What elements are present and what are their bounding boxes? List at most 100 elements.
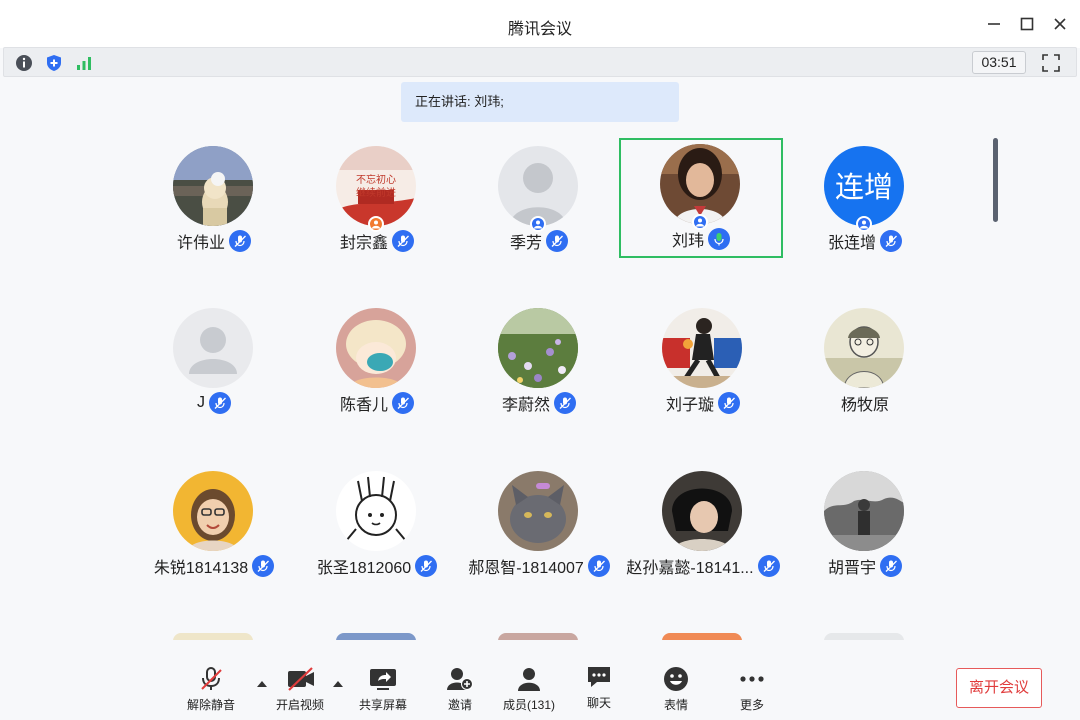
- avatar: [336, 308, 416, 388]
- close-icon: [1054, 18, 1066, 30]
- participant-tile-active[interactable]: 刘玮: [619, 138, 783, 258]
- mic-muted-icon: [546, 230, 568, 252]
- participant-namebar: 许伟业: [132, 228, 296, 254]
- unmute-label: 解除静音: [186, 698, 235, 712]
- minimize-button[interactable]: [982, 12, 1006, 36]
- participant-namebar: 赵孙嘉懿-18141...: [621, 553, 785, 579]
- svg-text:继续前进: 继续前进: [356, 186, 396, 199]
- participant-scrollbar[interactable]: [993, 138, 998, 222]
- share-screen-icon: [369, 666, 397, 692]
- participant-name: 郝恩智-1814007: [468, 560, 584, 577]
- avatar: [498, 308, 578, 388]
- mic-muted-icon: [587, 555, 610, 577]
- participant-namebar: 刘子璇: [621, 390, 785, 416]
- participant-name: 李蔚然: [501, 397, 550, 414]
- mic-muted-icon: [880, 230, 902, 252]
- reactions-button[interactable]: 表情: [641, 666, 711, 714]
- participant-name: 杨牧原: [840, 397, 889, 414]
- meeting-timer: 03:51: [972, 51, 1026, 74]
- participant-tile[interactable]: 张圣1812060: [295, 465, 459, 585]
- avatar: [498, 146, 578, 226]
- leave-meeting-button[interactable]: 离开会议: [956, 668, 1042, 708]
- start-video-button[interactable]: 开启视频: [265, 666, 335, 714]
- add-user-icon: [446, 666, 474, 692]
- participant-tile[interactable]: 郝恩智-1814007: [457, 465, 621, 585]
- avatar: [498, 471, 578, 551]
- share-screen-label: 共享屏幕: [358, 698, 407, 712]
- participant-name: 封宗鑫: [339, 235, 388, 252]
- participant-namebar: 郝恩智-1814007: [457, 553, 621, 579]
- mic-muted-icon: [392, 230, 414, 252]
- participant-tile[interactable]: 赵孙嘉懿-18141...: [621, 465, 785, 585]
- participant-tile[interactable]: J: [132, 302, 296, 422]
- participant-name: J: [197, 394, 205, 411]
- invite-button[interactable]: 邀请: [425, 666, 495, 714]
- mic-muted-icon: [757, 555, 780, 577]
- security-button[interactable]: [44, 53, 64, 73]
- chat-icon: [585, 664, 613, 690]
- participant-namebar: 陈香儿: [295, 390, 459, 416]
- chat-button[interactable]: 聊天: [564, 664, 634, 712]
- participant-name: 刘玮: [671, 233, 704, 250]
- participant-tile[interactable]: 季芳: [457, 140, 621, 260]
- more-button[interactable]: 更多: [717, 666, 787, 714]
- avatar: [173, 471, 253, 551]
- avatar: 连增: [824, 146, 904, 226]
- speaking-indicator: 正在讲话: 刘玮;: [401, 82, 679, 122]
- emoji-icon: [662, 666, 690, 692]
- members-button[interactable]: 成员(131): [494, 666, 564, 714]
- participant-tile[interactable]: 李蔚然: [457, 302, 621, 422]
- info-button[interactable]: [14, 53, 34, 73]
- more-icon: [738, 666, 766, 692]
- close-button[interactable]: [1048, 12, 1072, 36]
- meeting-toolbar: 解除静音 开启视频 共享屏幕 邀请 成员(131) 聊天 表情 更多 离开会议: [0, 640, 1080, 720]
- participant-tile[interactable]: 朱锐1814138: [132, 465, 296, 585]
- share-screen-button[interactable]: 共享屏幕: [348, 666, 418, 714]
- avatar: [173, 146, 253, 226]
- participant-tile[interactable]: 陈香儿: [295, 302, 459, 422]
- participant-namebar: 季芳: [457, 228, 621, 254]
- participant-tile[interactable]: 杨牧原: [783, 302, 947, 422]
- network-button[interactable]: [74, 53, 94, 73]
- video-options-caret-icon[interactable]: [332, 679, 344, 689]
- participant-name: 季芳: [509, 235, 542, 252]
- unmute-button[interactable]: 解除静音: [176, 666, 246, 714]
- participant-namebar: 张圣1812060: [295, 553, 459, 579]
- mic-muted-icon: [392, 392, 414, 414]
- title-bar: 腾讯会议: [0, 0, 1080, 48]
- avatar-caption: 不忘初心: [356, 173, 396, 186]
- participant-name: 赵孙嘉懿-18141...: [626, 560, 754, 577]
- members-label: 成员(131): [502, 698, 555, 712]
- participant-name: 朱锐1814138: [153, 560, 249, 577]
- participant-namebar: 刘玮: [621, 226, 781, 252]
- chat-label: 聊天: [586, 696, 611, 710]
- start-video-label: 开启视频: [275, 698, 324, 712]
- mic-muted-icon: [718, 392, 740, 414]
- mic-muted-icon: [229, 230, 251, 252]
- participant-namebar: 李蔚然: [457, 390, 621, 416]
- participant-name: 许伟业: [176, 235, 225, 252]
- invite-label: 邀请: [447, 698, 472, 712]
- avatar: 不忘初心 继续前进: [336, 146, 416, 226]
- participant-tile[interactable]: 不忘初心 继续前进 封宗鑫: [295, 140, 459, 260]
- participant-tile[interactable]: 胡晋宇: [783, 465, 947, 585]
- mic-speaking-icon: [708, 228, 730, 250]
- participant-tile[interactable]: 刘子璇: [621, 302, 785, 422]
- avatar: [824, 308, 904, 388]
- participant-tile[interactable]: 连增 张连增: [783, 140, 947, 260]
- participant-tile[interactable]: 许伟业: [132, 140, 296, 260]
- maximize-button[interactable]: [1015, 12, 1039, 36]
- mic-muted-icon: [554, 392, 576, 414]
- video-off-icon: [286, 666, 314, 692]
- fullscreen-button[interactable]: [1040, 52, 1062, 74]
- avatar: [824, 471, 904, 551]
- mic-muted-icon: [252, 555, 275, 577]
- mic-off-icon: [197, 666, 225, 692]
- minimize-icon: [988, 23, 1000, 25]
- participant-namebar: 胡晋宇: [783, 553, 947, 579]
- participant-name: 胡晋宇: [827, 560, 876, 577]
- reactions-label: 表情: [663, 698, 688, 712]
- participant-namebar: J: [132, 390, 296, 416]
- participant-namebar: 封宗鑫: [295, 228, 459, 254]
- mic-muted-icon: [880, 555, 902, 577]
